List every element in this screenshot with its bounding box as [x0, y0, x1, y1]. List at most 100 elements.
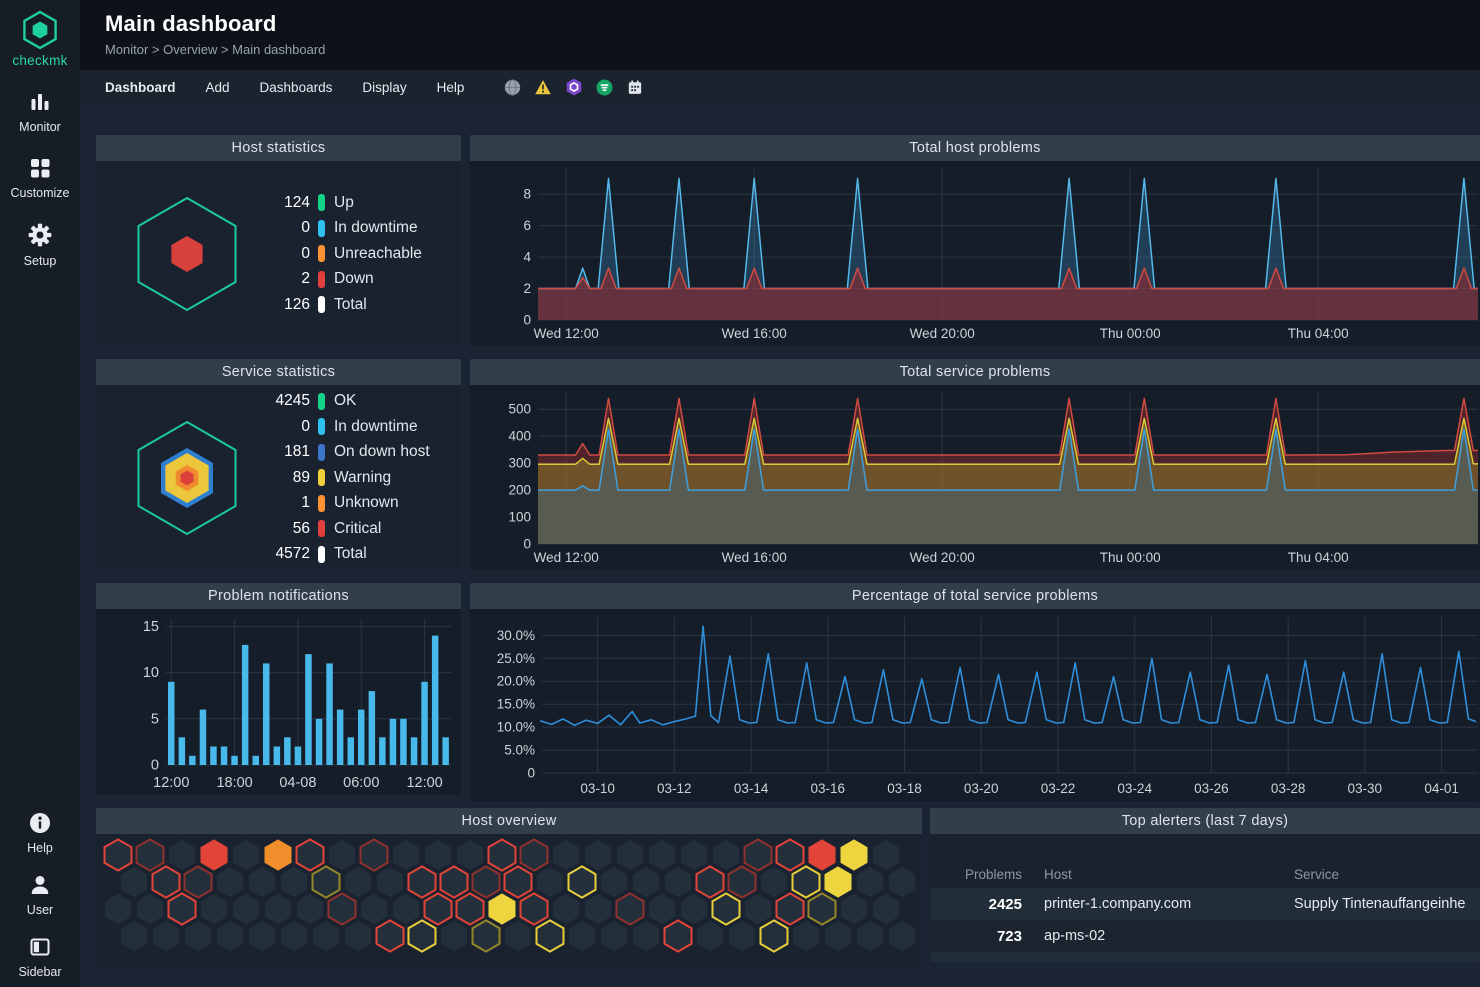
svg-text:12:00: 12:00	[406, 775, 442, 791]
warning-icon[interactable]	[534, 79, 552, 96]
svg-text:Thu 00:00: Thu 00:00	[1100, 326, 1161, 341]
sidebar-item-user[interactable]: User	[27, 873, 53, 917]
sidebar-item-label: Sidebar	[18, 965, 61, 979]
svg-text:12:00: 12:00	[153, 775, 189, 791]
panel-title: Total host problems	[470, 135, 1480, 161]
table-header-row: Problems Host Service	[930, 860, 1480, 888]
menu-help[interactable]: Help	[437, 80, 465, 95]
status-color-bar	[318, 245, 325, 262]
menu-add[interactable]: Add	[206, 80, 230, 95]
svg-text:30.0%: 30.0%	[497, 628, 535, 643]
page-header: Main dashboard Monitor > Overview > Main…	[80, 0, 1480, 70]
svg-text:18:00: 18:00	[216, 775, 252, 791]
filter-icon[interactable]	[596, 79, 613, 96]
stat-row-down[interactable]: 2 Down	[264, 266, 422, 292]
svg-text:06:00: 06:00	[343, 775, 379, 791]
service-stat-list: 4245 OK 0 In downtime 181 On down host 8…	[264, 388, 430, 567]
sidebar-item-setup[interactable]: Setup	[24, 222, 57, 268]
sidebar-item-label: Help	[27, 841, 53, 855]
sidebar-item-customize[interactable]: Customize	[10, 156, 69, 200]
stat-row-up[interactable]: 124 Up	[264, 190, 422, 216]
svg-text:10: 10	[143, 665, 159, 681]
status-color-bar	[318, 418, 325, 435]
table-row[interactable]: 722 ap-ms-04	[930, 952, 1480, 962]
svg-text:10.0%: 10.0%	[497, 720, 535, 735]
menubar-icon-group	[504, 78, 644, 96]
menu-display[interactable]: Display	[362, 80, 406, 95]
menu-dashboards[interactable]: Dashboards	[260, 80, 333, 95]
table-row[interactable]: 2425 printer-1.company.com Supply Tinten…	[930, 888, 1480, 920]
svg-text:8: 8	[523, 187, 531, 202]
sidebar-item-label: Customize	[10, 186, 69, 200]
stat-row-on-down-host[interactable]: 181 On down host	[264, 439, 430, 465]
sidebar-icon	[28, 935, 52, 959]
stat-row-in-downtime[interactable]: 0 In downtime	[264, 414, 430, 440]
checkmk-logo[interactable]: checkmk	[12, 9, 67, 68]
status-color-bar	[318, 271, 325, 288]
svg-text:03-22: 03-22	[1041, 781, 1076, 796]
panel-title: Host statistics	[96, 135, 461, 161]
svg-text:Thu 04:00: Thu 04:00	[1288, 326, 1349, 341]
checkmk-hexagon-icon	[19, 9, 61, 51]
panel-title: Percentage of total service problems	[470, 583, 1480, 609]
svg-text:03-26: 03-26	[1194, 781, 1229, 796]
svg-text:2: 2	[523, 281, 531, 296]
status-color-bar	[318, 194, 325, 211]
breadcrumb[interactable]: Monitor > Overview > Main dashboard	[105, 42, 1480, 57]
sidebar-bottom-group: Help User Sidebar	[18, 793, 61, 979]
stat-row-in-downtime[interactable]: 0 In downtime	[264, 215, 422, 241]
problem-notifications-chart[interactable]: 05101512:0018:0004-0806:0012:00	[96, 609, 461, 795]
svg-text:Wed 20:00: Wed 20:00	[910, 550, 975, 565]
column-header-service: Service	[1294, 867, 1480, 882]
status-color-bar	[318, 296, 325, 313]
svg-text:200: 200	[508, 483, 531, 498]
total-service-problems-chart[interactable]: 0100200300400500Wed 12:00Wed 16:00Wed 20…	[470, 385, 1480, 570]
customize-icon	[27, 156, 53, 180]
svg-text:6: 6	[523, 218, 531, 233]
globe-icon[interactable]	[504, 79, 521, 96]
svg-text:400: 400	[508, 429, 531, 444]
svg-text:15.0%: 15.0%	[497, 697, 535, 712]
svg-text:Wed 12:00: Wed 12:00	[534, 326, 599, 341]
svg-text:03-16: 03-16	[811, 781, 846, 796]
svg-text:04-08: 04-08	[279, 775, 316, 791]
percentage-service-problems-chart[interactable]: 05.0%10.0%15.0%20.0%25.0%30.0%03-1003-12…	[470, 609, 1480, 801]
panel-title: Total service problems	[470, 359, 1480, 385]
status-color-bar	[318, 495, 325, 512]
stat-row-ok[interactable]: 4245 OK	[264, 388, 430, 414]
svg-text:Wed 20:00: Wed 20:00	[910, 326, 975, 341]
purple-hexagon-icon[interactable]	[565, 78, 583, 96]
svg-text:25.0%: 25.0%	[497, 651, 535, 666]
menubar: Dashboard Add Dashboards Display Help	[80, 70, 1480, 104]
stat-row-warning[interactable]: 89 Warning	[264, 465, 430, 491]
host-hexagon-figure[interactable]	[112, 188, 262, 320]
svg-text:Wed 16:00: Wed 16:00	[722, 550, 787, 565]
stat-row-critical[interactable]: 56 Critical	[264, 516, 430, 542]
stat-row-total[interactable]: 126 Total	[264, 292, 422, 318]
stat-row-unknown[interactable]: 1 Unknown	[264, 490, 430, 516]
svg-text:03-10: 03-10	[580, 781, 615, 796]
menu-dashboard[interactable]: Dashboard	[105, 80, 176, 95]
svg-text:4: 4	[523, 250, 531, 265]
status-color-bar	[318, 546, 325, 563]
svg-text:Thu 04:00: Thu 04:00	[1288, 550, 1349, 565]
total-host-problems-chart[interactable]: 02468Wed 12:00Wed 16:00Wed 20:00Thu 00:0…	[470, 161, 1480, 346]
gear-icon	[27, 222, 53, 248]
host-overview-hexgrid[interactable]	[96, 834, 922, 963]
top-alerters-panel: Top alerters (last 7 days) Problems Host…	[930, 808, 1480, 962]
table-row[interactable]: 723 ap-ms-02	[930, 920, 1480, 952]
checkmk-wordmark: checkmk	[12, 53, 67, 68]
calendar-icon[interactable]	[626, 79, 644, 96]
panel-title: Problem notifications	[96, 583, 461, 609]
sidebar-item-help[interactable]: Help	[27, 811, 53, 855]
service-hexagon-figure[interactable]	[112, 412, 262, 544]
info-icon	[28, 811, 52, 835]
sidebar-item-sidebar-toggle[interactable]: Sidebar	[18, 935, 61, 979]
host-stat-list: 124 Up 0 In downtime 0 Unreachable 2	[264, 190, 422, 318]
top-alerters-table: Problems Host Service 2425 printer-1.com…	[930, 860, 1480, 962]
sidebar-item-monitor[interactable]: Monitor	[19, 90, 61, 134]
stat-row-total[interactable]: 4572 Total	[264, 541, 430, 567]
status-color-bar	[318, 393, 325, 410]
stat-row-unreachable[interactable]: 0 Unreachable	[264, 241, 422, 267]
column-header-problems: Problems	[930, 867, 1022, 882]
